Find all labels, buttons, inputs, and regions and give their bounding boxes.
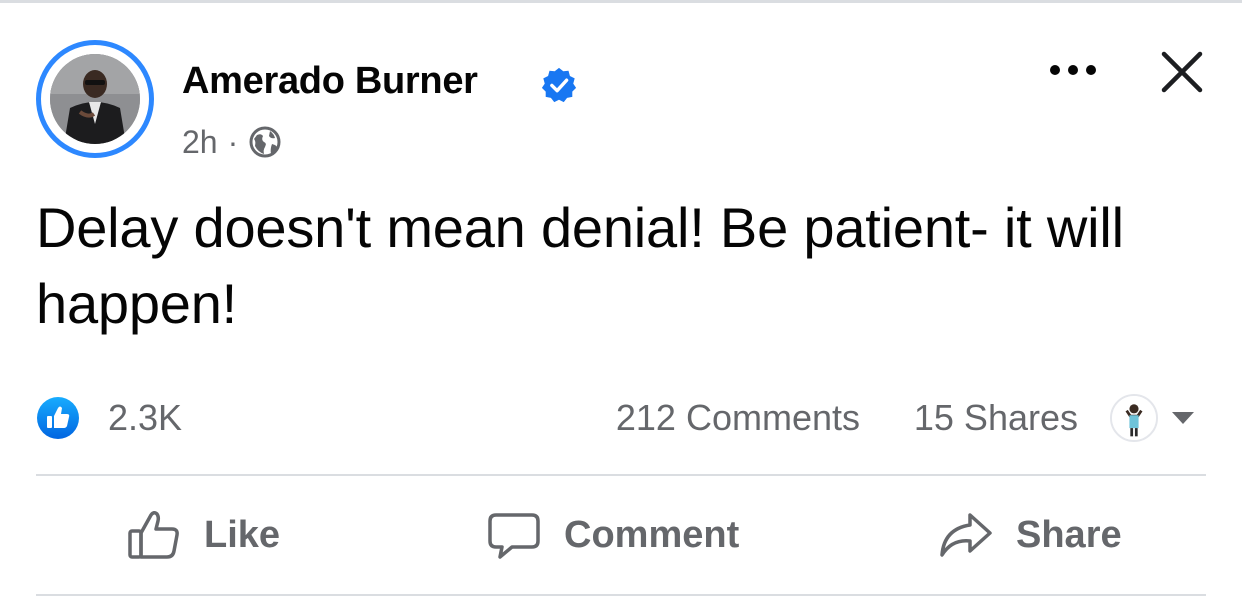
post-text: Delay doesn't mean denial! Be patient- i… [36, 196, 1124, 335]
comment-button[interactable]: Comment [486, 476, 739, 594]
share-button[interactable]: Share [938, 476, 1122, 594]
share-arrow-icon [940, 513, 992, 557]
meta-separator: · [227, 123, 239, 160]
like-reaction-icon[interactable] [36, 396, 80, 440]
like-count[interactable]: 2.3K [108, 396, 182, 440]
post-time[interactable]: 2h [182, 124, 218, 161]
speech-bubble-icon [488, 513, 540, 559]
author-avatar[interactable] [36, 40, 154, 158]
engagement-stats: 2.3K 212 Comments 15 Shares [36, 390, 1206, 446]
bottom-divider [36, 594, 1206, 596]
avatar-photo [50, 54, 140, 144]
globe-icon[interactable] [248, 125, 282, 159]
share-count[interactable]: 15 Shares [914, 396, 1078, 440]
close-icon[interactable] [1158, 48, 1206, 96]
comment-label: Comment [564, 513, 740, 556]
post-meta: 2h · [182, 122, 282, 162]
share-label: Share [1016, 513, 1122, 556]
author-name[interactable]: Amerado Burner [182, 60, 478, 103]
caret-down-icon[interactable] [1170, 410, 1196, 426]
top-divider [0, 0, 1242, 3]
post-header: Amerado Burner 2h · [36, 40, 1216, 170]
thumbs-up-icon [128, 510, 179, 559]
comment-count[interactable]: 212 Comments [616, 396, 860, 440]
like-label: Like [204, 513, 281, 556]
more-options-icon[interactable] [1045, 55, 1101, 85]
action-bar: Like Comment Share [36, 476, 1206, 594]
like-button[interactable]: Like [126, 476, 280, 594]
viewer-avatar[interactable] [1110, 394, 1158, 442]
verified-badge-icon [541, 67, 577, 103]
